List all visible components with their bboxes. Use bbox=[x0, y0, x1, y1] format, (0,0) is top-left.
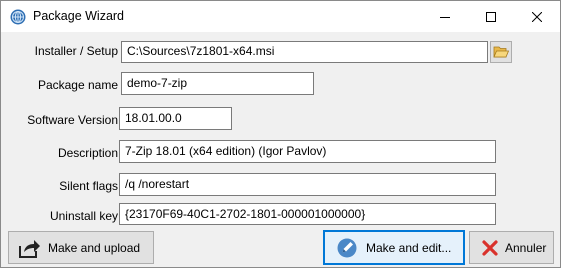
make-and-upload-label: Make and upload bbox=[48, 240, 141, 255]
make-and-upload-button[interactable]: Make and upload bbox=[8, 231, 154, 264]
close-button[interactable] bbox=[514, 1, 560, 32]
window-title: Package Wizard bbox=[33, 9, 125, 23]
close-icon bbox=[532, 11, 542, 22]
maximize-icon bbox=[486, 11, 496, 22]
cancel-button[interactable]: Annuler bbox=[469, 231, 554, 264]
make-and-edit-label: Make and edit... bbox=[366, 240, 452, 255]
pencil-icon bbox=[336, 237, 360, 259]
package-wizard-window: Package Wizard Installer / Setup C:\Sour… bbox=[0, 0, 561, 268]
browse-button[interactable] bbox=[490, 41, 512, 63]
cancel-label: Annuler bbox=[505, 240, 547, 255]
silent-flags-label: Silent flags bbox=[59, 179, 118, 193]
silent-flags-input[interactable]: /q /norestart bbox=[119, 173, 496, 196]
red-x-icon bbox=[481, 237, 501, 259]
uninstall-key-label: Uninstall key bbox=[49, 209, 118, 223]
software-version-input[interactable]: 18.01.00.0 bbox=[119, 107, 232, 130]
uninstall-key-input[interactable]: {23170F69-40C1-2702-1801-000001000000} bbox=[119, 203, 496, 225]
description-input[interactable]: 7-Zip 18.01 (x64 edition) (Igor Pavlov) bbox=[119, 140, 496, 163]
maximize-button[interactable] bbox=[468, 1, 514, 32]
globe-app-icon bbox=[10, 9, 26, 25]
make-and-edit-button[interactable]: Make and edit... bbox=[323, 230, 465, 265]
package-name-label: Package name bbox=[37, 78, 118, 92]
installer-label: Installer / Setup bbox=[34, 44, 118, 58]
minimize-icon bbox=[440, 16, 450, 18]
software-version-label: Software Version bbox=[27, 113, 118, 127]
title-bar[interactable]: Package Wizard bbox=[1, 1, 560, 32]
installer-path-input[interactable]: C:\Sources\7z1801-x64.msi bbox=[121, 41, 488, 63]
description-label: Description bbox=[57, 146, 118, 160]
folder-open-icon bbox=[493, 46, 509, 58]
minimize-button[interactable] bbox=[422, 1, 468, 32]
package-name-input[interactable]: demo-7-zip bbox=[121, 72, 314, 95]
share-arrow-icon bbox=[18, 237, 42, 259]
